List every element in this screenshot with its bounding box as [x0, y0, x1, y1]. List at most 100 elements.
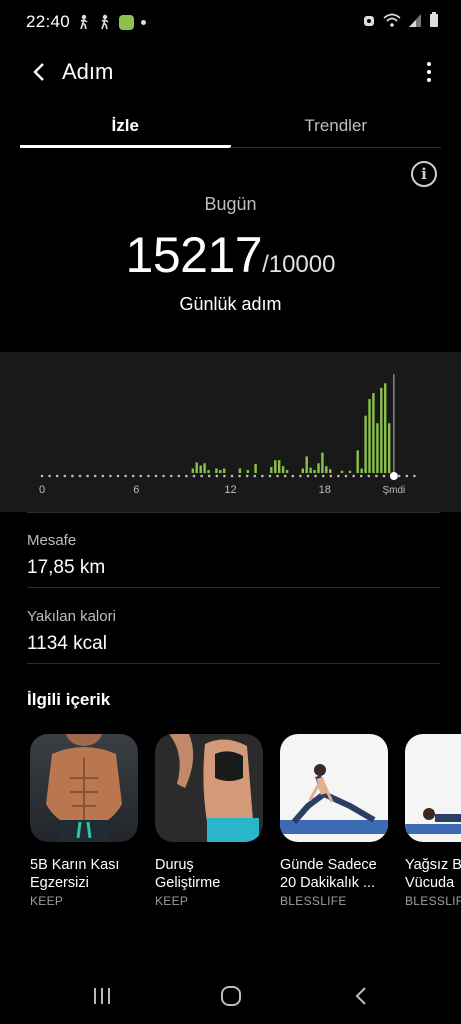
tab-trendler[interactable]: Trendler: [231, 104, 442, 148]
content-card[interactable]: Yağsız BVücuda BLESSLIFE: [405, 734, 461, 908]
chart-bar: [364, 415, 367, 473]
baseline-dot: [375, 474, 378, 478]
baseline-dot: [405, 474, 409, 478]
divider: [27, 512, 440, 513]
baseline-dot: [337, 474, 340, 478]
card-title: 5B Karın Kası Egzersizi: [30, 857, 120, 891]
tab-bar: İzle Trendler: [20, 104, 441, 148]
baseline-dot: [344, 474, 348, 478]
baseline-dot: [223, 474, 226, 478]
back-nav-button[interactable]: [337, 974, 385, 1018]
home-icon: [221, 986, 241, 1006]
chevron-left-icon: [33, 63, 44, 81]
signal-icon: [408, 12, 422, 33]
related-content-title: İlgili içerik: [27, 690, 111, 709]
baseline-dot: [413, 474, 416, 478]
alarm-icon: [362, 12, 376, 33]
recent-apps-icon: [94, 988, 110, 1004]
chart-bar: [368, 399, 371, 473]
tab-divider: [230, 147, 441, 148]
chart-bar: [340, 470, 344, 473]
distance-stat: Mesafe 17,85 km: [27, 532, 105, 579]
baseline-dot: [86, 474, 89, 478]
card-title: Duruş Geliştirme: [155, 857, 221, 891]
baseline-dot: [291, 474, 295, 478]
x-tick-label: 18: [319, 484, 331, 496]
content-card[interactable]: Duruş Geliştirme KEEP: [155, 734, 263, 908]
baseline-dot: [268, 474, 272, 478]
app-bar: Adım: [0, 44, 461, 100]
baseline-dot: [261, 474, 264, 478]
steps-count: 15217: [125, 227, 263, 283]
chart-bar: [301, 468, 304, 473]
x-tick-label: 12: [224, 484, 236, 496]
system-navigation-bar: [0, 968, 461, 1024]
more-vertical-icon: [427, 62, 431, 66]
related-content-carousel[interactable]: 5B Karın Kası Egzersizi KEEP Duruş Gelişti…: [30, 734, 461, 914]
back-button[interactable]: [14, 46, 66, 98]
chart-bar: [305, 456, 308, 473]
chart-bar: [388, 423, 391, 473]
running-person-icon: [98, 14, 112, 30]
baseline-dot: [131, 474, 135, 478]
calories-stat: Yakılan kalori 1134 kcal: [27, 608, 116, 655]
chart-bar: [281, 466, 285, 473]
chart-bar: [384, 383, 387, 473]
tab-izle[interactable]: İzle: [20, 104, 231, 148]
chart-bar: [238, 468, 242, 473]
chart-bar: [380, 387, 383, 473]
home-button[interactable]: [207, 974, 255, 1018]
baseline-dot: [48, 474, 51, 478]
baseline-dot: [116, 474, 120, 478]
status-time: 22:40: [26, 12, 71, 31]
baseline-dot: [78, 474, 82, 478]
baseline-dot: [200, 474, 203, 478]
status-bar: 22:40: [0, 0, 461, 44]
baseline-dot: [299, 474, 302, 478]
period-label: Bugün: [204, 194, 257, 214]
running-person-icon: [77, 14, 91, 30]
baseline-dot: [169, 474, 173, 478]
chart-bar: [199, 465, 202, 473]
chart-bar: [191, 468, 194, 473]
distance-label: Mesafe: [27, 532, 77, 549]
baseline-dot: [382, 474, 386, 478]
calories-label: Yakılan kalori: [27, 608, 116, 625]
chart-bar: [360, 468, 363, 473]
baseline-dot: [139, 474, 143, 478]
stretch-workout-thumbnail: [280, 734, 388, 842]
chart-bar: [246, 470, 249, 473]
baseline-dot: [207, 474, 211, 478]
baseline-dot: [329, 474, 333, 478]
more-options-button[interactable]: [417, 52, 441, 92]
baseline-dot: [314, 474, 317, 478]
hourly-steps-chart[interactable]: 0 6 12 18 Şmdi: [0, 352, 461, 512]
more-notifications-dot-icon: [141, 19, 147, 25]
back-icon: [355, 987, 366, 1005]
chart-bar: [223, 468, 226, 473]
page-title: Adım: [62, 59, 114, 84]
chart-bar: [270, 467, 273, 473]
battery-icon: [429, 11, 439, 33]
chart-bar: [285, 470, 289, 473]
baseline-dot: [253, 474, 257, 478]
baseline-dot: [124, 474, 127, 478]
baseline-dot: [55, 474, 59, 478]
baseline-dot: [147, 474, 150, 478]
info-icon[interactable]: i: [411, 161, 437, 187]
baseline-dot: [230, 474, 234, 478]
chart-bar: [274, 460, 277, 473]
baseline-dot: [63, 474, 67, 478]
baseline-dot: [93, 474, 97, 478]
chart-bar: [313, 470, 316, 473]
content-card[interactable]: 5B Karın Kası Egzersizi KEEP: [30, 734, 138, 908]
baseline-dot: [101, 474, 105, 478]
steps-goal: /10000: [262, 251, 336, 278]
baseline-dot: [367, 474, 371, 478]
recent-apps-button[interactable]: [78, 974, 126, 1018]
card-source: BLESSLIFE: [405, 894, 461, 908]
baseline-dot: [283, 474, 287, 478]
chart-bar: [317, 463, 320, 473]
content-card[interactable]: Günde Sadece 20 Dakikalık ... BLESSLIFE: [280, 734, 388, 908]
card-title: Yağsız B Vücuda: [405, 857, 461, 891]
